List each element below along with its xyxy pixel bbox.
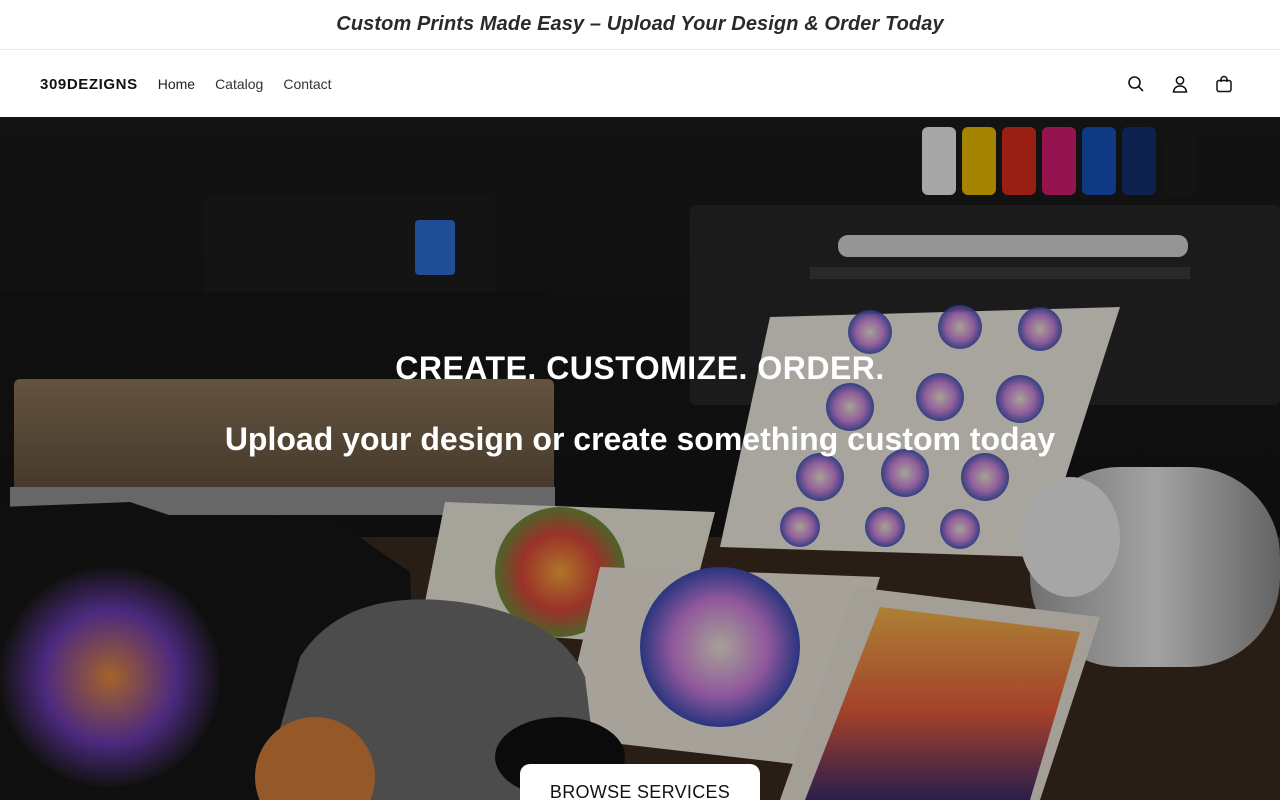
- announcement-text: Custom Prints Made Easy – Upload Your De…: [336, 13, 944, 35]
- header-icons: [1124, 72, 1236, 96]
- hero-title: CREATE. CUSTOMIZE. ORDER.: [395, 350, 885, 386]
- hero-subtitle: Upload your design or create something c…: [224, 421, 1056, 457]
- store-logo[interactable]: 309DEZIGNS: [40, 76, 138, 93]
- cart-icon[interactable]: [1212, 72, 1236, 96]
- nav-home[interactable]: Home: [158, 76, 195, 92]
- announcement-bar: Custom Prints Made Easy – Upload Your De…: [0, 0, 1280, 50]
- main-nav: Home Catalog Contact: [158, 76, 332, 92]
- account-icon[interactable]: [1168, 72, 1192, 96]
- hero-banner: CREATE. CUSTOMIZE. ORDER. Upload your de…: [0, 117, 1280, 800]
- nav-contact[interactable]: Contact: [283, 76, 331, 92]
- hero-overlay: [0, 117, 1280, 800]
- browse-services-button[interactable]: BROWSE SERVICES: [520, 764, 760, 800]
- nav-catalog[interactable]: Catalog: [215, 76, 263, 92]
- search-icon[interactable]: [1124, 72, 1148, 96]
- site-header: 309DEZIGNS Home Catalog Contact: [0, 51, 1280, 117]
